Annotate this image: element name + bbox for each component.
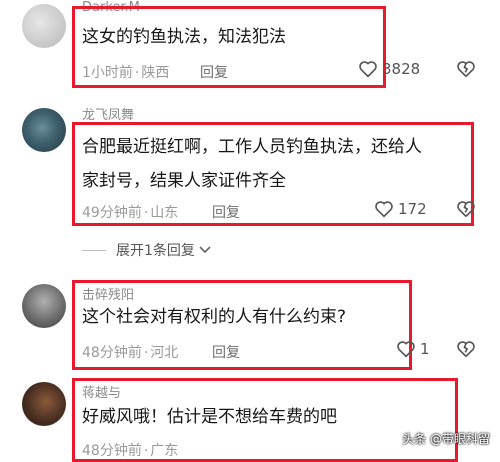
- avatar[interactable]: [22, 284, 66, 328]
- like-button[interactable]: 3828: [358, 60, 420, 78]
- broken-heart-icon[interactable]: [456, 200, 476, 218]
- comment-time: 1小时前: [82, 65, 133, 81]
- avatar[interactable]: [22, 382, 66, 426]
- comment-time: 49分钟前: [82, 205, 142, 221]
- expand-replies-button[interactable]: 展开1条回复: [82, 240, 211, 260]
- avatar[interactable]: [22, 4, 66, 48]
- comment-text: 这个社会对有权利的人有什么约束?: [82, 307, 347, 327]
- username[interactable]: 龙飞凤舞: [82, 104, 134, 123]
- like-count: 3828: [382, 60, 421, 78]
- heart-outline-icon: [359, 61, 377, 78]
- reply-button[interactable]: 回复: [200, 62, 228, 82]
- like-button[interactable]: 172: [374, 200, 427, 218]
- comment-location: 河北: [150, 345, 179, 361]
- like-button[interactable]: 1: [396, 340, 430, 358]
- like-count: 1: [420, 340, 430, 358]
- expand-replies-label: 展开1条回复: [116, 243, 195, 259]
- avatar[interactable]: [22, 108, 66, 152]
- divider: [82, 249, 106, 251]
- comment-location: 山东: [150, 205, 179, 221]
- broken-heart-icon[interactable]: [456, 60, 476, 78]
- comment-time: 48分钟前: [82, 443, 142, 459]
- heart-outline-icon: [397, 341, 415, 358]
- comment-text: 好威风哦！估计是不想给车费的吧: [82, 407, 337, 427]
- watermark: 头条 @带眼科留: [402, 432, 490, 446]
- broken-heart-icon[interactable]: [456, 340, 476, 358]
- comment-meta: 49分钟前 · 山东: [82, 205, 179, 221]
- comment-text-line-1: 合肥最近挺红啊，工作人员钓鱼执法，还给人: [82, 137, 422, 157]
- chevron-down-icon: [199, 246, 211, 254]
- comment-location: 广东: [150, 443, 179, 459]
- comment-meta: 1小时前 · 陕西: [82, 65, 170, 81]
- comment-text: 这女的钓鱼执法，知法犯法: [82, 27, 286, 47]
- comment-text-line-2: 家封号，结果人家证件齐全: [82, 171, 286, 191]
- comment-meta: 48分钟前 · 广东: [82, 443, 179, 459]
- heart-outline-icon: [375, 201, 393, 218]
- comment-location: 陕西: [141, 65, 170, 81]
- reply-button[interactable]: 回复: [212, 342, 240, 362]
- like-count: 172: [398, 200, 427, 218]
- comment-time: 48分钟前: [82, 345, 142, 361]
- reply-button[interactable]: 回复: [212, 202, 240, 222]
- comment-meta: 48分钟前 · 河北: [82, 345, 179, 361]
